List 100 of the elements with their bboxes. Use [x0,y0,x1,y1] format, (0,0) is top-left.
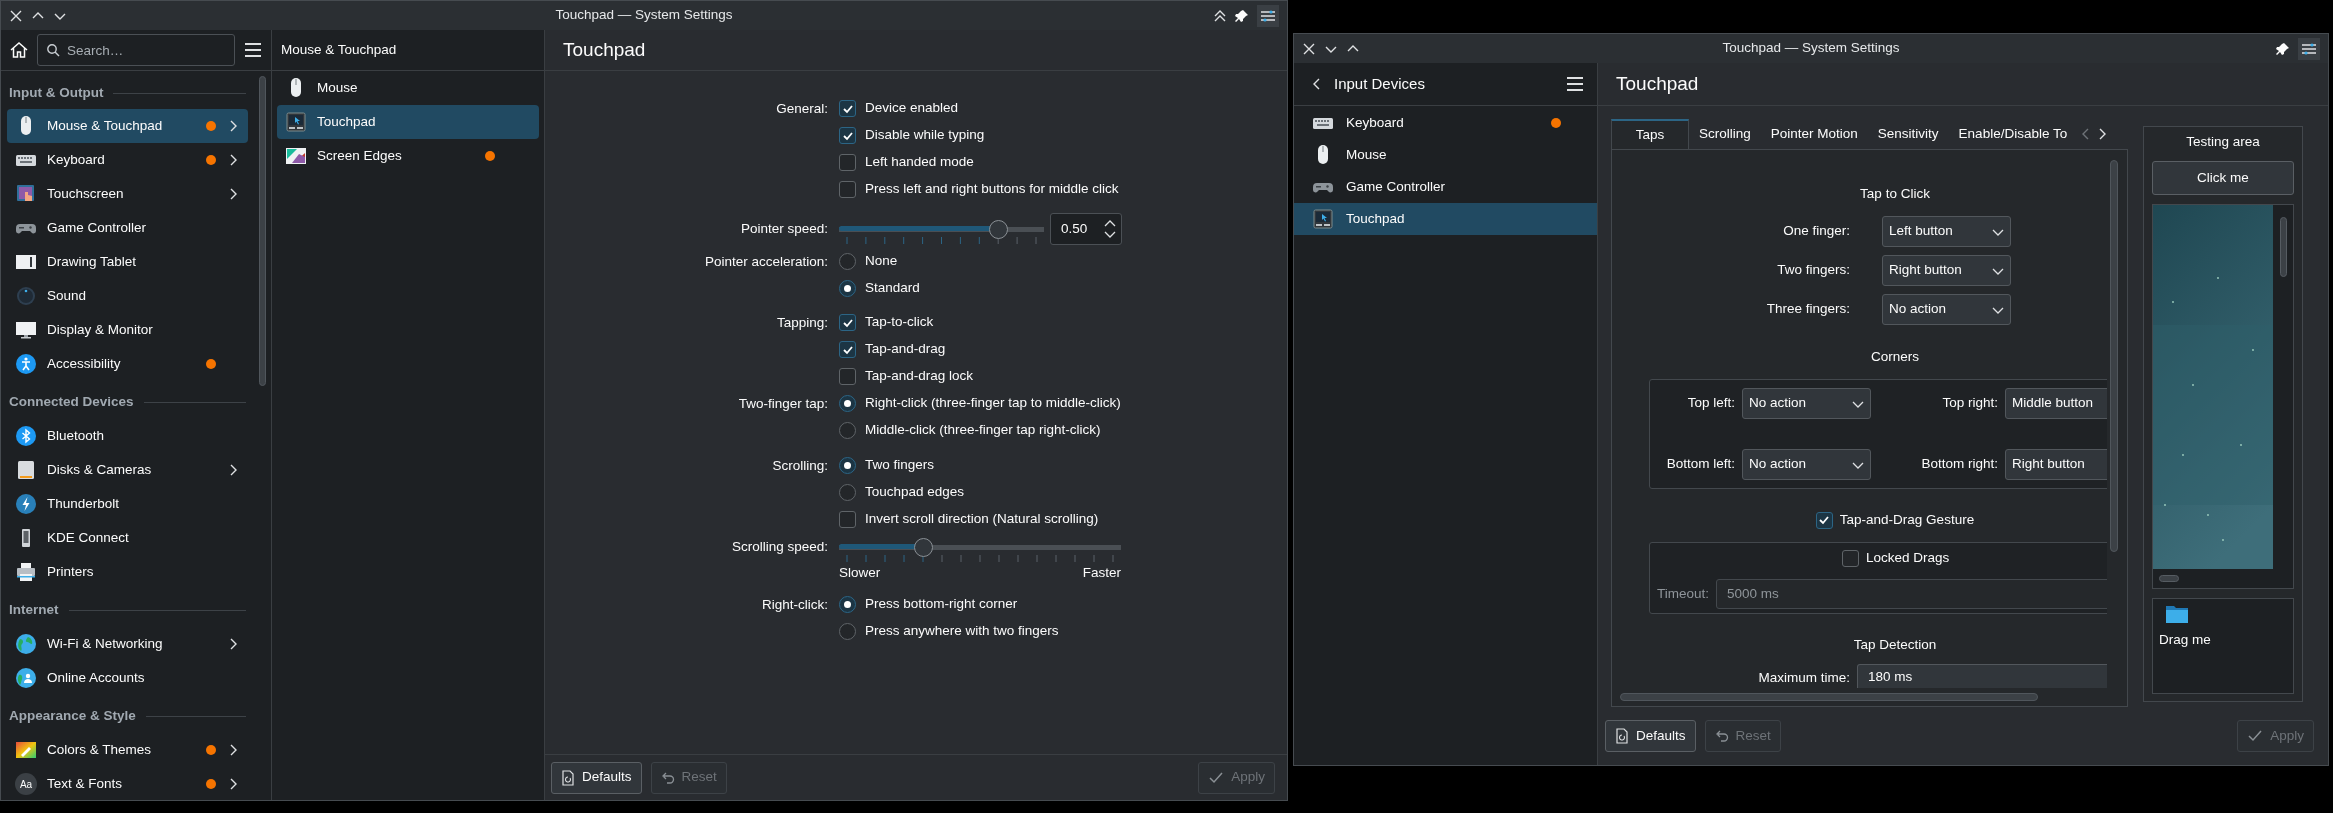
device-item[interactable]: Keyboard [1294,107,1597,139]
settings-icon[interactable] [1257,4,1279,27]
form-label: Timeout: [1657,584,1710,603]
defaults-button[interactable]: Defaults [1605,720,1696,752]
settings-icon[interactable] [2298,37,2320,60]
list-item[interactable]: Mouse [277,71,539,105]
sidebar-item[interactable]: Touchscreen [7,177,248,211]
sidebar-item[interactable]: Colors & Themes [7,733,248,767]
radio-label: Right-click (three-finger tap to middle-click) [865,394,1121,413]
checkbox-label: Locked Drags [1866,548,1950,567]
sidebar-item[interactable]: Sound [7,279,248,313]
checkbox[interactable] [839,511,856,528]
scrollbar[interactable] [259,76,266,386]
sidebar-item[interactable]: Wi-Fi & Networking [7,627,248,661]
sidebar-item[interactable]: KDE Connect [7,521,248,555]
screen-edges-icon [285,145,307,167]
home-icon[interactable] [9,40,29,60]
search-field[interactable]: Search… [37,34,235,66]
defaults-button[interactable]: Defaults [551,761,642,794]
radio-button[interactable] [839,253,856,270]
form-label: Bottom right: [1920,455,1998,474]
checkbox[interactable] [839,154,856,171]
panel-title: Testing area [2185,133,2261,151]
sidebar-item[interactable]: Thunderbolt [7,487,248,521]
radio-button[interactable] [839,422,856,439]
checkbox[interactable] [839,181,856,198]
tab[interactable]: Sensitivity [1867,119,1949,149]
sidebar-item[interactable]: Keyboard [7,143,248,177]
close-icon[interactable] [1302,41,1316,56]
keep-above-icon[interactable] [1213,8,1227,23]
input-field: 5000 ms [1716,579,2107,609]
scrollbar[interactable] [2159,574,2179,582]
scrollbar[interactable] [2110,160,2118,552]
form-label: Right-click: [761,596,828,614]
radio-button[interactable] [839,484,856,501]
sidebar-item[interactable]: Mouse & Touchpad [7,109,248,143]
radio-button[interactable] [839,623,856,640]
sidebar-item[interactable]: Disks & Cameras [7,453,248,487]
sidebar-item[interactable]: Aa Text & Fonts [7,767,248,801]
tab[interactable]: Pointer Motion [1760,119,1868,149]
checkbox[interactable] [839,341,856,358]
sidebar-item[interactable]: Accessibility [7,347,248,381]
dropdown[interactable]: Right button [1882,255,2011,286]
checkmark-icon [1818,514,1831,526]
checkmark-icon [1208,770,1225,785]
spin-box[interactable]: 0.50 [1050,213,1122,245]
sidebar-item[interactable]: Drawing Tablet [7,245,248,279]
dropdown[interactable]: Left button [1882,216,2011,247]
pin-icon[interactable] [1235,8,1249,23]
checkbox[interactable] [839,368,856,385]
sidebar-item[interactable]: Display & Monitor [7,313,248,347]
list-item[interactable]: Touchpad [277,105,539,139]
sidebar-item[interactable]: Online Accounts [7,661,248,695]
dropdown[interactable]: Right button [2005,449,2107,480]
list-item[interactable]: Screen Edges [277,139,539,173]
drag-label[interactable]: Drag me [2159,630,2287,651]
input-field[interactable]: 180 ms [1857,664,2107,688]
checkbox[interactable] [839,127,856,144]
checkbox[interactable] [1842,549,1859,567]
sidebar-item[interactable]: Printers [7,555,248,589]
slider-handle[interactable] [913,538,933,557]
section-heading: Appearance & Style [9,706,136,725]
category-title: Mouse & Touchpad [281,40,397,59]
menu-icon[interactable] [1565,74,1585,94]
checkbox-label: Invert scroll direction (Natural scrolling) [865,510,1099,529]
dropdown[interactable]: No action [1742,449,1871,480]
device-item[interactable]: Touchpad [1294,203,1597,235]
radio-button[interactable] [839,457,856,474]
scrollbar[interactable] [1620,693,2038,701]
sidebar-item[interactable]: Bluetooth [7,419,248,453]
form-label: Bottom left: [1665,455,1735,474]
folder-icon[interactable] [2165,604,2189,624]
scale-label: Faster [1082,563,1121,582]
tab[interactable]: Scrolling [1689,119,1761,149]
item-label: Touchpad [317,112,377,131]
click-me-button[interactable]: Click me [2152,161,2294,195]
dropdown[interactable]: Middle button [2005,388,2107,419]
sidebar-item[interactable]: Game Controller [7,211,248,245]
section-heading: Connected Devices [9,392,134,411]
device-item[interactable]: Mouse [1294,139,1597,171]
checkbox[interactable] [1815,511,1833,529]
radio-button[interactable] [839,280,856,297]
spin-arrows-icon[interactable] [1104,218,1116,240]
scrollbar[interactable] [2279,217,2287,277]
dropdown[interactable]: No action [1742,388,1871,419]
checkbox[interactable] [839,100,856,117]
tab[interactable]: Enable/Disable To [1948,119,2078,149]
form-label: General: [775,100,828,118]
tab[interactable]: Taps [1611,119,1689,149]
menu-icon[interactable] [243,40,263,60]
close-icon[interactable] [9,8,23,23]
radio-button[interactable] [839,596,856,613]
slider-handle[interactable] [988,220,1008,239]
device-item[interactable]: Game Controller [1294,171,1597,203]
dropdown[interactable]: No action [1882,294,2011,325]
pin-icon[interactable] [2276,41,2290,56]
window-title: Touchpad — System Settings [1722,39,1900,58]
checkbox[interactable] [839,314,856,331]
radio-button[interactable] [839,395,856,412]
radio-label: Standard [865,279,920,298]
